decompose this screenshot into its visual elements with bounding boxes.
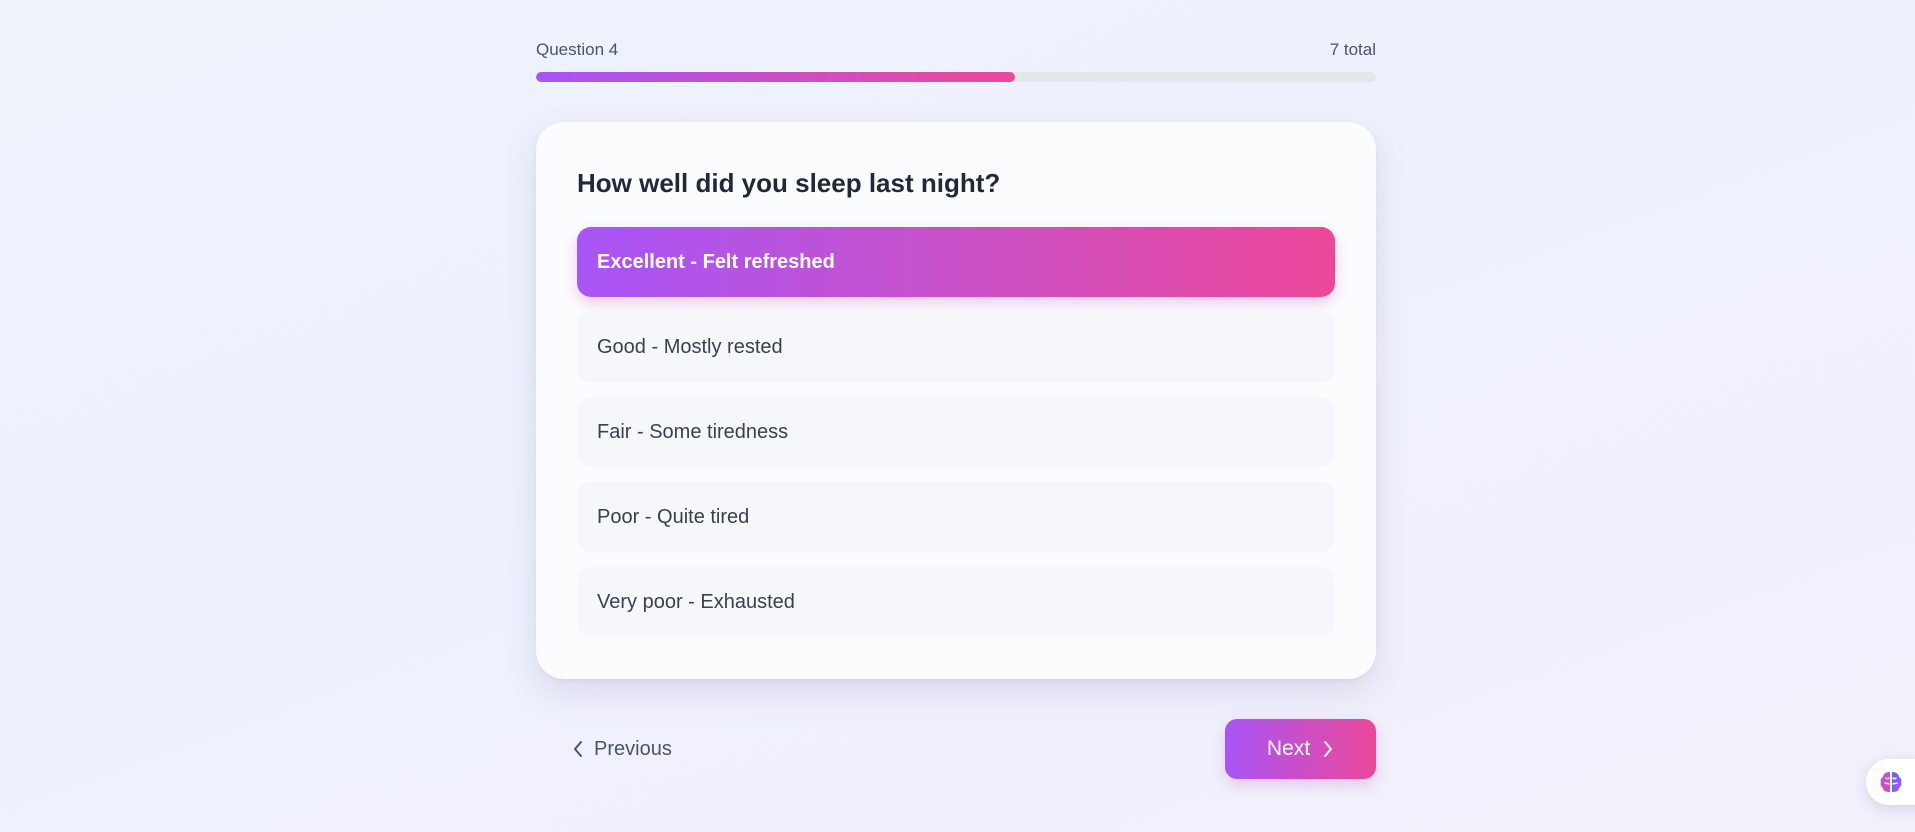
assistant-button[interactable] — [1866, 759, 1915, 805]
progress-header: Question 4 7 total — [536, 40, 1376, 60]
answer-option-poor[interactable]: Poor - Quite tired — [577, 482, 1335, 552]
answer-option-label: Fair - Some tiredness — [597, 420, 789, 443]
progress-bar — [536, 72, 1376, 82]
brain-icon — [1878, 769, 1904, 795]
previous-button-label: Previous — [594, 737, 672, 760]
answer-options: Excellent - Felt refreshed Good - Mostly… — [577, 227, 1335, 637]
answer-option-excellent[interactable]: Excellent - Felt refreshed — [577, 227, 1335, 297]
question-counter: Question 4 — [536, 40, 619, 59]
previous-button[interactable]: Previous — [572, 719, 672, 779]
question-card: How well did you sleep last night? Excel… — [536, 122, 1376, 679]
answer-option-fair[interactable]: Fair - Some tiredness — [577, 397, 1335, 467]
next-button-label: Next — [1266, 737, 1311, 760]
next-button[interactable]: Next — [1225, 719, 1376, 779]
question-title: How well did you sleep last night? — [577, 168, 1001, 198]
answer-option-label: Poor - Quite tired — [597, 505, 750, 528]
answer-option-label: Very poor - Exhausted — [597, 590, 795, 613]
answer-option-label: Excellent - Felt refreshed — [597, 250, 835, 273]
navigation-bar: Previous Next — [536, 719, 1376, 779]
chevron-left-icon — [572, 740, 584, 758]
answer-option-very-poor[interactable]: Very poor - Exhausted — [577, 567, 1335, 637]
answer-option-label: Good - Mostly rested — [597, 335, 783, 358]
progress-bar-fill — [536, 72, 1015, 82]
question-total: 7 total — [1329, 40, 1376, 59]
answer-option-good[interactable]: Good - Mostly rested — [577, 312, 1335, 382]
chevron-right-icon — [1322, 740, 1334, 758]
